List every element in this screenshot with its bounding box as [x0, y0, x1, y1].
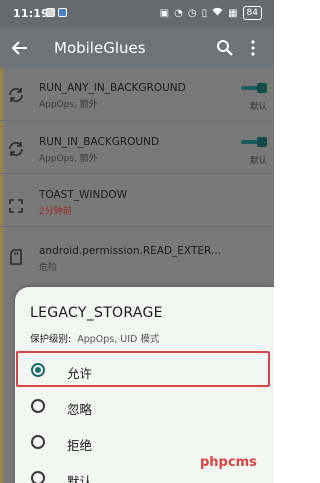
vibrate-icon: ▯ — [201, 7, 208, 19]
list-item[interactable]: android.permission.READ_EXTER... 危险 — [0, 226, 274, 273]
battery-icon: 84 — [242, 6, 262, 20]
wifi-icon — [212, 7, 223, 19]
app-bar: MobileGlues — [0, 28, 274, 68]
radio-unchecked-icon[interactable] — [31, 399, 45, 413]
status-icons: ▣ ◔ ◷ ▯ ▦ 84 — [160, 6, 262, 20]
protection-level-value: AppOps, UID 模式 — [77, 334, 160, 345]
watermark: phpcms — [200, 455, 257, 470]
speed-icon: ◔ — [174, 7, 183, 19]
permission-dialog: LEGACY_STORAGE 保护级别: AppOps, UID 模式 允许 忽略… — [15, 287, 274, 483]
permission-toggle[interactable] — [241, 137, 267, 147]
radio-unchecked-icon[interactable] — [31, 435, 45, 449]
sync-icon — [9, 88, 23, 102]
permission-mode: 默认 — [250, 102, 268, 112]
selection-highlight-box — [16, 351, 270, 387]
permission-sub: AppOps, 额外 — [39, 154, 98, 164]
protection-level-label: 保护级别: — [30, 334, 72, 345]
permission-name: TOAST_WINDOW — [39, 189, 128, 201]
back-arrow-icon[interactable] — [10, 38, 30, 58]
more-options-icon[interactable] — [246, 39, 260, 57]
list-item[interactable]: RUN_IN_BACKGROUND AppOps, 额外 默认 — [0, 120, 274, 174]
notification-icon — [58, 8, 67, 17]
timer-icon: ◷ — [187, 7, 197, 19]
list-item[interactable]: TOAST_WINDOW 2分钟前 — [0, 173, 274, 227]
sync-icon — [9, 142, 23, 156]
permission-name: RUN_ANY_IN_BACKGROUND — [39, 82, 186, 94]
permission-mode: 默认 — [250, 156, 268, 166]
option-label: 忽略 — [67, 402, 93, 417]
screen: 11:19 ▣ ◔ ◷ ▯ ▦ 84 MobileGlues RUN_ANY_I… — [0, 0, 274, 483]
option-label: 默认 — [67, 474, 93, 483]
status-time: 11:19 — [13, 7, 50, 20]
list-item[interactable]: RUN_ANY_IN_BACKGROUND AppOps, 额外 默认 — [0, 68, 274, 121]
option-ignore[interactable]: 忽略 — [15, 391, 274, 423]
radio-unchecked-icon[interactable] — [31, 471, 45, 483]
permission-sub: AppOps, 额外 — [39, 100, 98, 110]
permission-name: RUN_IN_BACKGROUND — [39, 136, 160, 148]
sd-card-icon — [10, 249, 22, 265]
status-bar: 11:19 ▣ ◔ ◷ ▯ ▦ 84 — [0, 0, 274, 28]
fullscreen-icon — [9, 199, 23, 213]
option-label: 拒绝 — [67, 438, 93, 453]
permission-toggle[interactable] — [241, 83, 267, 93]
permission-last-used: 2分钟前 — [39, 207, 72, 217]
permission-sub: 危险 — [39, 263, 58, 273]
nfc-icon: ▣ — [159, 7, 170, 19]
protection-level: 保护级别: AppOps, UID 模式 — [30, 331, 159, 345]
notification-icon — [46, 8, 55, 17]
dialog-title: LEGACY_STORAGE — [30, 305, 163, 321]
signal-icon: ▦ — [228, 7, 238, 19]
permission-name: android.permission.READ_EXTER... — [39, 245, 221, 257]
app-title: MobileGlues — [54, 39, 146, 57]
search-icon[interactable] — [216, 39, 234, 57]
